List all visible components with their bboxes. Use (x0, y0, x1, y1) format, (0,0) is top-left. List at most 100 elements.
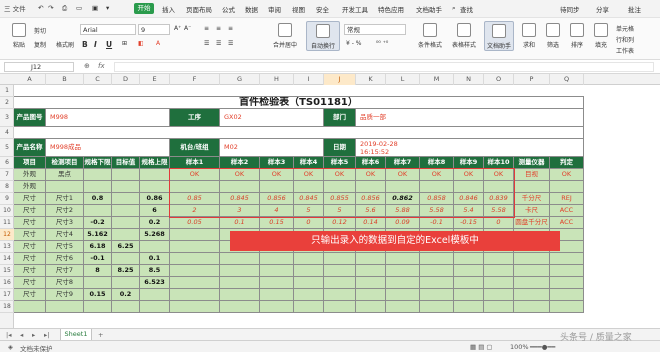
row-header-18[interactable]: 18 (0, 301, 14, 313)
table-cell-empty[interactable] (84, 301, 112, 313)
table-cell[interactable] (220, 253, 260, 265)
table-cell[interactable] (112, 181, 140, 193)
doc-helper-button[interactable]: 文档助手 (484, 21, 514, 51)
add-sheet-button[interactable]: + (98, 331, 103, 339)
table-cell[interactable]: 圆盘千分尺 (514, 217, 550, 229)
row-header-3[interactable]: 3 (0, 109, 14, 127)
tab-developer[interactable]: 开发工具 (342, 4, 368, 14)
row-header-11[interactable]: 11 (0, 217, 14, 229)
table-cell[interactable]: 尺寸 (14, 205, 46, 217)
undo-icon[interactable]: ↶ (38, 4, 43, 12)
fill-button[interactable]: 填充 (590, 21, 612, 49)
table-cell[interactable] (454, 253, 484, 265)
table-cell-empty[interactable] (46, 301, 84, 313)
table-cell[interactable]: 尺寸2 (46, 205, 84, 217)
table-cell[interactable] (484, 265, 514, 277)
table-cell[interactable] (170, 265, 220, 277)
row-header-7[interactable]: 7 (0, 169, 14, 181)
row-header-17[interactable]: 17 (0, 289, 14, 301)
table-cell[interactable] (454, 277, 484, 289)
column-header-a[interactable]: A (14, 74, 46, 85)
table-cell[interactable]: 目视 (514, 169, 550, 181)
table-cell[interactable] (356, 253, 386, 265)
value-department[interactable]: 品质一部 (356, 109, 584, 127)
table-cell[interactable]: 0.1 (140, 253, 170, 265)
value-product-no[interactable]: M998 (46, 109, 170, 127)
tab-review[interactable]: 审阅 (268, 4, 281, 14)
table-cell-empty[interactable] (14, 301, 46, 313)
table-cell[interactable]: 6.523 (140, 277, 170, 289)
table-cell[interactable]: ACC (550, 205, 584, 217)
table-cell[interactable]: 0.14 (356, 217, 386, 229)
table-cell[interactable]: 黑点 (46, 169, 84, 181)
table-cell[interactable]: -0.2 (84, 217, 112, 229)
table-cell[interactable] (112, 217, 140, 229)
table-cell[interactable]: 尺寸6 (46, 253, 84, 265)
table-cell[interactable]: 尺寸 (14, 277, 46, 289)
search-icon[interactable]: ⌕ (452, 4, 456, 13)
table-cell-empty[interactable] (112, 301, 140, 313)
table-cell[interactable] (420, 265, 454, 277)
table-cell[interactable] (220, 289, 260, 301)
table-cell[interactable] (294, 265, 324, 277)
table-cell[interactable]: 尺寸 (14, 265, 46, 277)
fill-color-icon[interactable]: ◧ (138, 40, 144, 47)
fx-icon[interactable]: fx (98, 62, 105, 70)
table-cell[interactable] (550, 277, 584, 289)
row-col-button[interactable]: 行和列 (616, 35, 634, 44)
more-icon[interactable]: ▾ (106, 4, 109, 12)
table-header-4[interactable]: 规格上限 (140, 157, 170, 169)
underline-button[interactable]: U (106, 40, 112, 49)
table-cell[interactable] (386, 289, 420, 301)
table-cell[interactable] (386, 253, 420, 265)
table-cell[interactable] (550, 265, 584, 277)
table-cell[interactable] (454, 265, 484, 277)
table-cell[interactable] (140, 289, 170, 301)
table-cell[interactable]: 尺寸 (14, 217, 46, 229)
comment-button[interactable]: 批注 (628, 4, 641, 14)
table-cell[interactable] (324, 289, 356, 301)
row-header-12[interactable]: 12 (0, 229, 14, 241)
table-cell[interactable]: 0 (294, 217, 324, 229)
tab-start[interactable]: 开始 (134, 3, 154, 14)
table-cell[interactable] (386, 277, 420, 289)
table-cell[interactable] (220, 265, 260, 277)
search-label[interactable]: 查找 (460, 4, 473, 14)
label-date[interactable]: 日期 (324, 139, 356, 157)
table-cell[interactable]: 6.25 (112, 241, 140, 253)
table-cell[interactable] (112, 169, 140, 181)
save-icon[interactable]: ▣ (92, 4, 98, 12)
paste-button[interactable]: 粘贴 (6, 21, 32, 49)
print-icon[interactable]: ⎙ (62, 4, 67, 13)
value-machine-team[interactable]: M02 (220, 139, 324, 157)
table-cell[interactable] (550, 253, 584, 265)
column-header-m[interactable]: M (420, 74, 454, 85)
table-cell[interactable] (112, 277, 140, 289)
table-cell[interactable]: 尺寸9 (46, 289, 84, 301)
table-cell[interactable] (514, 253, 550, 265)
sync-status[interactable]: 待同步 (560, 4, 580, 14)
table-cell[interactable] (514, 265, 550, 277)
font-color-icon[interactable]: A (156, 40, 160, 47)
table-cell[interactable]: 尺寸 (14, 253, 46, 265)
table-cell[interactable] (84, 205, 112, 217)
value-process[interactable]: GX02 (220, 109, 324, 127)
table-cell[interactable] (484, 277, 514, 289)
table-cell[interactable]: 8 (84, 265, 112, 277)
currency-icon[interactable]: ¥ - % (346, 40, 362, 47)
table-cell[interactable] (170, 241, 220, 253)
table-cell[interactable] (112, 229, 140, 241)
column-header-i[interactable]: I (294, 74, 324, 85)
table-cell[interactable]: 外观 (14, 169, 46, 181)
table-cell[interactable]: 0.8 (84, 193, 112, 205)
table-cell-empty[interactable] (324, 301, 356, 313)
number-format-select[interactable]: 常规 (344, 24, 406, 35)
table-cell[interactable]: 尺寸5 (46, 241, 84, 253)
table-cell[interactable]: 0.15 (84, 289, 112, 301)
table-cell[interactable]: 尺寸 (14, 193, 46, 205)
row-header-10[interactable]: 10 (0, 205, 14, 217)
table-cell[interactable] (454, 289, 484, 301)
blank-row[interactable] (14, 85, 584, 97)
table-cell[interactable] (112, 205, 140, 217)
table-cell-empty[interactable] (420, 301, 454, 313)
